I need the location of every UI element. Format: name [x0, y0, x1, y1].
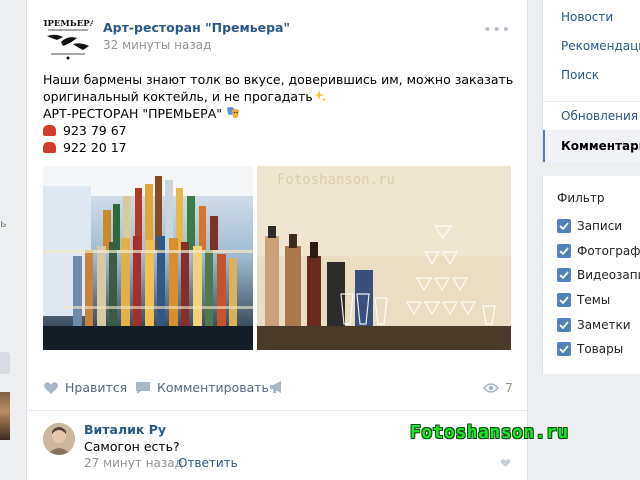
restaurant-logo[interactable]: ПРЕМЬЕРА	[43, 16, 93, 62]
commenter-avatar[interactable]	[43, 423, 75, 455]
comments-divider	[27, 410, 527, 411]
checkbox-checked-icon[interactable]	[557, 219, 571, 233]
menu-item-comments[interactable]: Комментарии	[543, 130, 640, 162]
share-button[interactable]	[269, 380, 285, 394]
megaphone-icon	[270, 381, 281, 393]
post-timestamp[interactable]: 32 минуты назад	[103, 38, 211, 52]
filter-title: Фильтр	[557, 191, 605, 205]
filter-item-label: Записи	[577, 219, 623, 233]
filter-item-label: Товары	[577, 342, 624, 356]
post-text: Наши бармены знают толк во вкусе, довери…	[43, 71, 513, 156]
filter-item-goods[interactable]: Товары	[557, 342, 623, 356]
bar-bottles-photo[interactable]	[43, 166, 253, 350]
post-text-line: АРТ-РЕСТОРАН "ПРЕМЬЕРА"	[43, 105, 513, 122]
left-edge-fragment-text: ь	[0, 217, 7, 230]
news-sections-menu: Новости Рекомендации Поиск Обновления Ко…	[542, 0, 640, 162]
watermark-text: Fotoshanson.ru	[410, 422, 569, 443]
menu-item-updates[interactable]: Обновления	[543, 100, 640, 132]
filter-item-notes[interactable]: Заметки	[557, 318, 631, 332]
phone-line: 923 79 67	[43, 122, 513, 139]
filter-item-label: Фотографии	[577, 244, 640, 258]
post-text-line: оригинальный коктейль, и не прогадать	[43, 88, 513, 105]
like-label: Нравится	[65, 380, 128, 395]
comment-timestamp[interactable]: 27 минут назад	[84, 456, 183, 470]
views-counter: 7	[483, 380, 513, 395]
filter-item-topics[interactable]: Темы	[557, 293, 610, 307]
like-button[interactable]: Нравится	[43, 380, 127, 395]
heart-icon	[44, 381, 58, 394]
post-actions-bar: Нравится Комментировать 7	[43, 380, 513, 400]
menu-item-search[interactable]: Поиск	[543, 59, 640, 91]
cocktail-glasses-photo[interactable]: Fotoshanson.ru	[257, 166, 511, 350]
filter-item-label: Видеозаписи	[577, 268, 640, 282]
filter-panel: Фильтр Записи Фотографии Видеозаписи Тем…	[542, 176, 640, 374]
left-edge-fragment-badge	[0, 352, 10, 374]
comment-label: Комментировать	[157, 380, 269, 395]
left-edge-fragment-image	[0, 392, 10, 440]
telephone-icon	[43, 125, 56, 136]
wall-post: ПРЕМЬЕРА Арт-ресторан "Премьера" 32 мину…	[26, 0, 528, 480]
post-text-line: Наши бармены знают толк во вкусе, довери…	[43, 72, 514, 87]
eye-icon	[483, 382, 500, 393]
comment-like-icon[interactable]	[500, 458, 511, 468]
checkbox-checked-icon[interactable]	[557, 293, 571, 307]
comment-author-link[interactable]: Виталик Ру	[84, 422, 166, 437]
post-text-span: оригинальный коктейль, и не прогадать	[43, 89, 313, 104]
comment-icon	[136, 381, 150, 394]
filter-item-videos[interactable]: Видеозаписи	[557, 268, 640, 282]
checkbox-checked-icon[interactable]	[557, 268, 571, 282]
page-name-link[interactable]: Арт-ресторан "Премьера"	[103, 20, 290, 35]
filter-item-posts[interactable]: Записи	[557, 219, 622, 233]
filter-item-label: Заметки	[577, 318, 631, 332]
post-text-span: АРТ-РЕСТОРАН "ПРЕМЬЕРА"	[43, 106, 223, 121]
filter-item-photos[interactable]: Фотографии	[557, 244, 640, 258]
telephone-icon	[43, 142, 56, 153]
more-options-icon[interactable]: •••	[483, 22, 511, 38]
checkbox-checked-icon[interactable]	[557, 244, 571, 258]
menu-item-recommendations[interactable]: Рекомендации	[543, 30, 640, 62]
phone-line: 922 20 17	[43, 139, 513, 156]
phone-number: 923 79 67	[63, 123, 127, 138]
checkbox-checked-icon[interactable]	[557, 318, 571, 332]
theater-masks-emoji-icon	[227, 107, 240, 118]
sparkles-emoji-icon	[313, 90, 327, 102]
filter-item-label: Темы	[577, 293, 611, 307]
views-count: 7	[505, 380, 513, 395]
comment-button[interactable]: Комментировать	[135, 380, 269, 395]
svg-text:ПРЕМЬЕРА: ПРЕМЬЕРА	[43, 19, 93, 29]
photo-watermark-text: Fotoshanson.ru	[277, 172, 395, 188]
phone-number: 922 20 17	[63, 140, 127, 155]
menu-item-news[interactable]: Новости	[543, 1, 640, 33]
comment-text: Самогон есть?	[84, 439, 180, 454]
reply-link[interactable]: Ответить	[178, 456, 238, 470]
checkbox-checked-icon[interactable]	[557, 342, 571, 356]
